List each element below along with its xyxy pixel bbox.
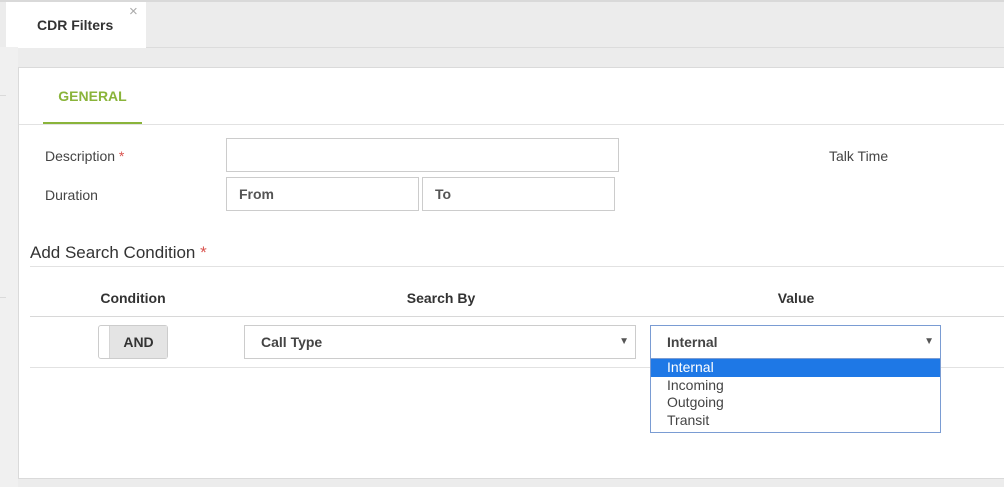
chevron-down-icon: ▼ (924, 336, 934, 347)
condition-toggle[interactable]: AND (98, 325, 168, 359)
description-input[interactable] (226, 138, 619, 172)
divider (30, 266, 1004, 267)
duration-label: Duration (45, 187, 98, 203)
close-icon[interactable]: × (129, 3, 138, 20)
toggle-knob (99, 326, 110, 358)
dropdown-option[interactable]: Internal (651, 359, 940, 377)
search-by-select[interactable]: Call Type ▼ (244, 325, 636, 359)
dropdown-option[interactable]: Transit (651, 412, 940, 430)
subtab-general[interactable]: GENERAL (43, 68, 142, 124)
value-selected: Internal (667, 334, 718, 350)
search-condition-title: Add Search Condition * (30, 243, 207, 262)
value-dropdown-list: Internal Incoming Outgoing Transit (650, 358, 941, 433)
column-header-search-by: Search By (406, 290, 476, 306)
left-gutter (0, 47, 18, 487)
column-header-condition: Condition (100, 290, 166, 306)
filter-panel: GENERAL Description * Talk Time Duration… (18, 67, 1004, 479)
talk-time-label: Talk Time (829, 148, 889, 164)
column-header-value: Value (777, 290, 815, 306)
value-select[interactable]: Internal ▼ (650, 325, 941, 359)
duration-to-input[interactable] (422, 177, 615, 211)
divider (30, 316, 1004, 317)
divider (941, 367, 1004, 368)
description-label: Description * (45, 148, 125, 164)
duration-from-input[interactable] (226, 177, 419, 211)
dropdown-option[interactable]: Incoming (651, 377, 940, 395)
tab-bar: CDR Filters × (0, 2, 1004, 48)
tab-label: CDR Filters (37, 17, 114, 33)
required-mark: * (118, 148, 125, 164)
condition-label: AND (110, 326, 167, 358)
dropdown-option[interactable]: Outgoing (651, 394, 940, 412)
tab-cdr-filters[interactable]: CDR Filters × (6, 2, 146, 48)
search-by-value: Call Type (261, 334, 323, 350)
required-mark: * (200, 243, 207, 262)
chevron-down-icon: ▼ (619, 336, 629, 347)
divider (19, 124, 1004, 125)
divider (30, 367, 650, 368)
